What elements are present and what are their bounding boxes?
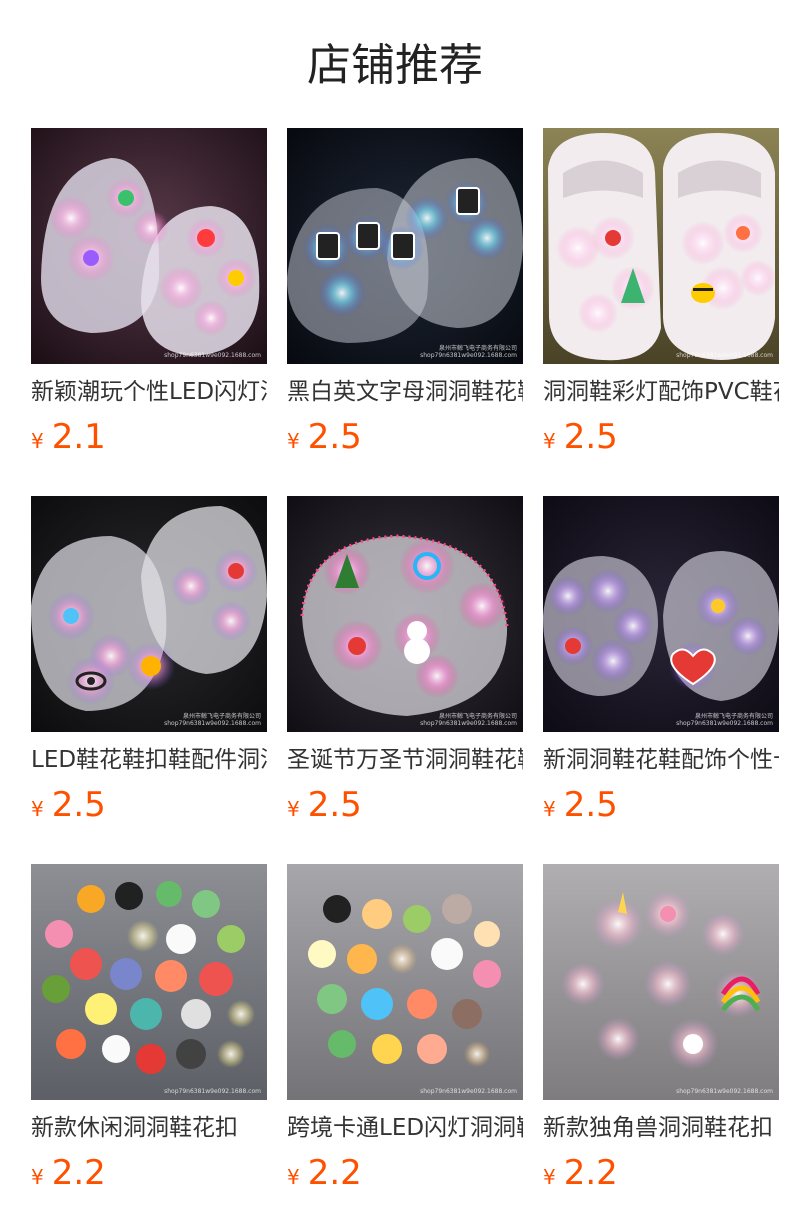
watermark-text: 泉州市鲸飞电子商务有限公司 shop79n6381w9e092.1688.com — [164, 713, 261, 727]
product-price: ¥2.2 — [31, 1152, 106, 1194]
price-value: 2.2 — [563, 1153, 618, 1193]
product-price: ¥2.5 — [287, 416, 362, 458]
currency-symbol: ¥ — [543, 1165, 556, 1189]
watermark-text: 泉州市鲸飞电子商务有限公司 shop79n6381w9e092.1688.com — [676, 713, 773, 727]
price-value: 2.5 — [307, 417, 362, 457]
price-value: 2.2 — [51, 1153, 106, 1193]
product-title[interactable]: 新款休闲洞洞鞋花扣 — [31, 1111, 267, 1145]
product-title[interactable]: 新洞洞鞋花鞋配饰个性卡通 — [543, 743, 779, 777]
product-card[interactable]: shop79n6381w9e092.1688.com 洞洞鞋彩灯配饰PVC鞋花 … — [543, 128, 779, 457]
watermark-text: shop79n6381w9e092.1688.com — [164, 1088, 261, 1095]
watermark-company: 泉州市鲸飞电子商务有限公司 — [694, 713, 773, 720]
section-title: 店铺推荐 — [307, 40, 483, 91]
watermark-text: shop79n6381w9e092.1688.com — [676, 352, 773, 359]
product-price: ¥2.5 — [543, 784, 618, 826]
price-value: 2.2 — [307, 1153, 362, 1193]
product-image[interactable]: shop79n6381w9e092.1688.com — [31, 128, 267, 364]
price-value: 2.5 — [307, 785, 362, 825]
product-card[interactable]: 泉州市鲸飞电子商务有限公司 shop79n6381w9e092.1688.com … — [287, 496, 523, 825]
product-card[interactable]: 泉州市鲸飞电子商务有限公司 shop79n6381w9e092.1688.com … — [287, 128, 523, 457]
product-image[interactable]: 泉州市鲸飞电子商务有限公司 shop79n6381w9e092.1688.com — [287, 496, 523, 732]
watermark-text: shop79n6381w9e092.1688.com — [164, 352, 261, 359]
product-card[interactable]: shop79n6381w9e092.1688.com 新颖潮玩个性LED闪灯洞洞… — [31, 128, 267, 457]
product-title[interactable]: 洞洞鞋彩灯配饰PVC鞋花 — [543, 375, 779, 409]
currency-symbol: ¥ — [287, 1165, 300, 1189]
product-card[interactable]: shop79n6381w9e092.1688.com 新款独角兽洞洞鞋花扣 ¥2… — [543, 864, 779, 1193]
product-image[interactable]: shop79n6381w9e092.1688.com — [31, 864, 267, 1100]
price-value: 2.5 — [51, 785, 106, 825]
product-price: ¥2.2 — [543, 1152, 618, 1194]
product-price: ¥2.1 — [31, 416, 106, 458]
watermark-url: shop79n6381w9e092.1688.com — [164, 720, 261, 727]
product-card[interactable]: 泉州市鲸飞电子商务有限公司 shop79n6381w9e092.1688.com … — [543, 496, 779, 825]
watermark-text: shop79n6381w9e092.1688.com — [420, 1088, 517, 1095]
product-title[interactable]: 黑白英文字母洞洞鞋花鞋扣配饰 — [287, 375, 523, 409]
currency-symbol: ¥ — [31, 797, 44, 821]
flower-clog-charms-icon — [31, 496, 267, 732]
letter-clog-charms-icon — [287, 128, 523, 364]
holiday-clog-charms-icon — [287, 496, 523, 732]
product-card[interactable]: 泉州市鲸飞电子商务有限公司 shop79n6381w9e092.1688.com … — [31, 496, 267, 825]
currency-symbol: ¥ — [543, 429, 556, 453]
currency-symbol: ¥ — [31, 429, 44, 453]
product-image[interactable]: shop79n6381w9e092.1688.com — [543, 864, 779, 1100]
heart-clog-charms-icon — [543, 496, 779, 732]
product-image[interactable]: 泉州市鲸飞电子商务有限公司 shop79n6381w9e092.1688.com — [543, 496, 779, 732]
currency-symbol: ¥ — [287, 429, 300, 453]
unicorn-charms-icon — [543, 864, 779, 1100]
product-image[interactable]: 泉州市鲸飞电子商务有限公司 shop79n6381w9e092.1688.com — [31, 496, 267, 732]
watermark-url: shop79n6381w9e092.1688.com — [420, 352, 517, 359]
product-title[interactable]: 跨境卡通LED闪灯洞洞鞋花 — [287, 1111, 523, 1145]
watermark-company: 泉州市鲸飞电子商务有限公司 — [438, 345, 517, 352]
product-title[interactable]: 新款独角兽洞洞鞋花扣 — [543, 1111, 779, 1145]
glowing-clog-charms-icon — [31, 128, 267, 364]
product-image[interactable]: 泉州市鲸飞电子商务有限公司 shop79n6381w9e092.1688.com — [287, 128, 523, 364]
watermark-text: 泉州市鲸飞电子商务有限公司 shop79n6381w9e092.1688.com — [420, 713, 517, 727]
watermark-text: 泉州市鲸飞电子商务有限公司 shop79n6381w9e092.1688.com — [420, 345, 517, 359]
currency-symbol: ¥ — [543, 797, 556, 821]
watermark-url: shop79n6381w9e092.1688.com — [420, 720, 517, 727]
product-title[interactable]: 新颖潮玩个性LED闪灯洞洞鞋花鞋扣 — [31, 375, 267, 409]
animal-charms-icon — [287, 864, 523, 1100]
watermark-company: 泉州市鲸飞电子商务有限公司 — [182, 713, 261, 720]
product-title[interactable]: LED鞋花鞋扣鞋配件洞洞鞋 — [31, 743, 267, 777]
product-card[interactable]: shop79n6381w9e092.1688.com 跨境卡通LED闪灯洞洞鞋花… — [287, 864, 523, 1193]
currency-symbol: ¥ — [31, 1165, 44, 1189]
assorted-charms-icon — [31, 864, 267, 1100]
product-title[interactable]: 圣诞节万圣节洞洞鞋花鞋扣 — [287, 743, 523, 777]
shop-recommendations-page: 店铺推荐 shop79n6381w9e092.1688.com 新颖潮玩个性LE… — [0, 0, 790, 1232]
watermark-url: shop79n6381w9e092.1688.com — [676, 720, 773, 727]
product-image[interactable]: shop79n6381w9e092.1688.com — [287, 864, 523, 1100]
product-price: ¥2.5 — [543, 416, 618, 458]
currency-symbol: ¥ — [287, 797, 300, 821]
price-value: 2.1 — [51, 417, 106, 457]
watermark-company: 泉州市鲸飞电子商务有限公司 — [438, 713, 517, 720]
christmas-clog-charms-icon — [543, 128, 779, 364]
product-card[interactable]: shop79n6381w9e092.1688.com 新款休闲洞洞鞋花扣 ¥2.… — [31, 864, 267, 1193]
product-image[interactable]: shop79n6381w9e092.1688.com — [543, 128, 779, 364]
product-price: ¥2.2 — [287, 1152, 362, 1194]
product-price: ¥2.5 — [287, 784, 362, 826]
price-value: 2.5 — [563, 785, 618, 825]
watermark-text: shop79n6381w9e092.1688.com — [676, 1088, 773, 1095]
price-value: 2.5 — [563, 417, 618, 457]
product-price: ¥2.5 — [31, 784, 106, 826]
